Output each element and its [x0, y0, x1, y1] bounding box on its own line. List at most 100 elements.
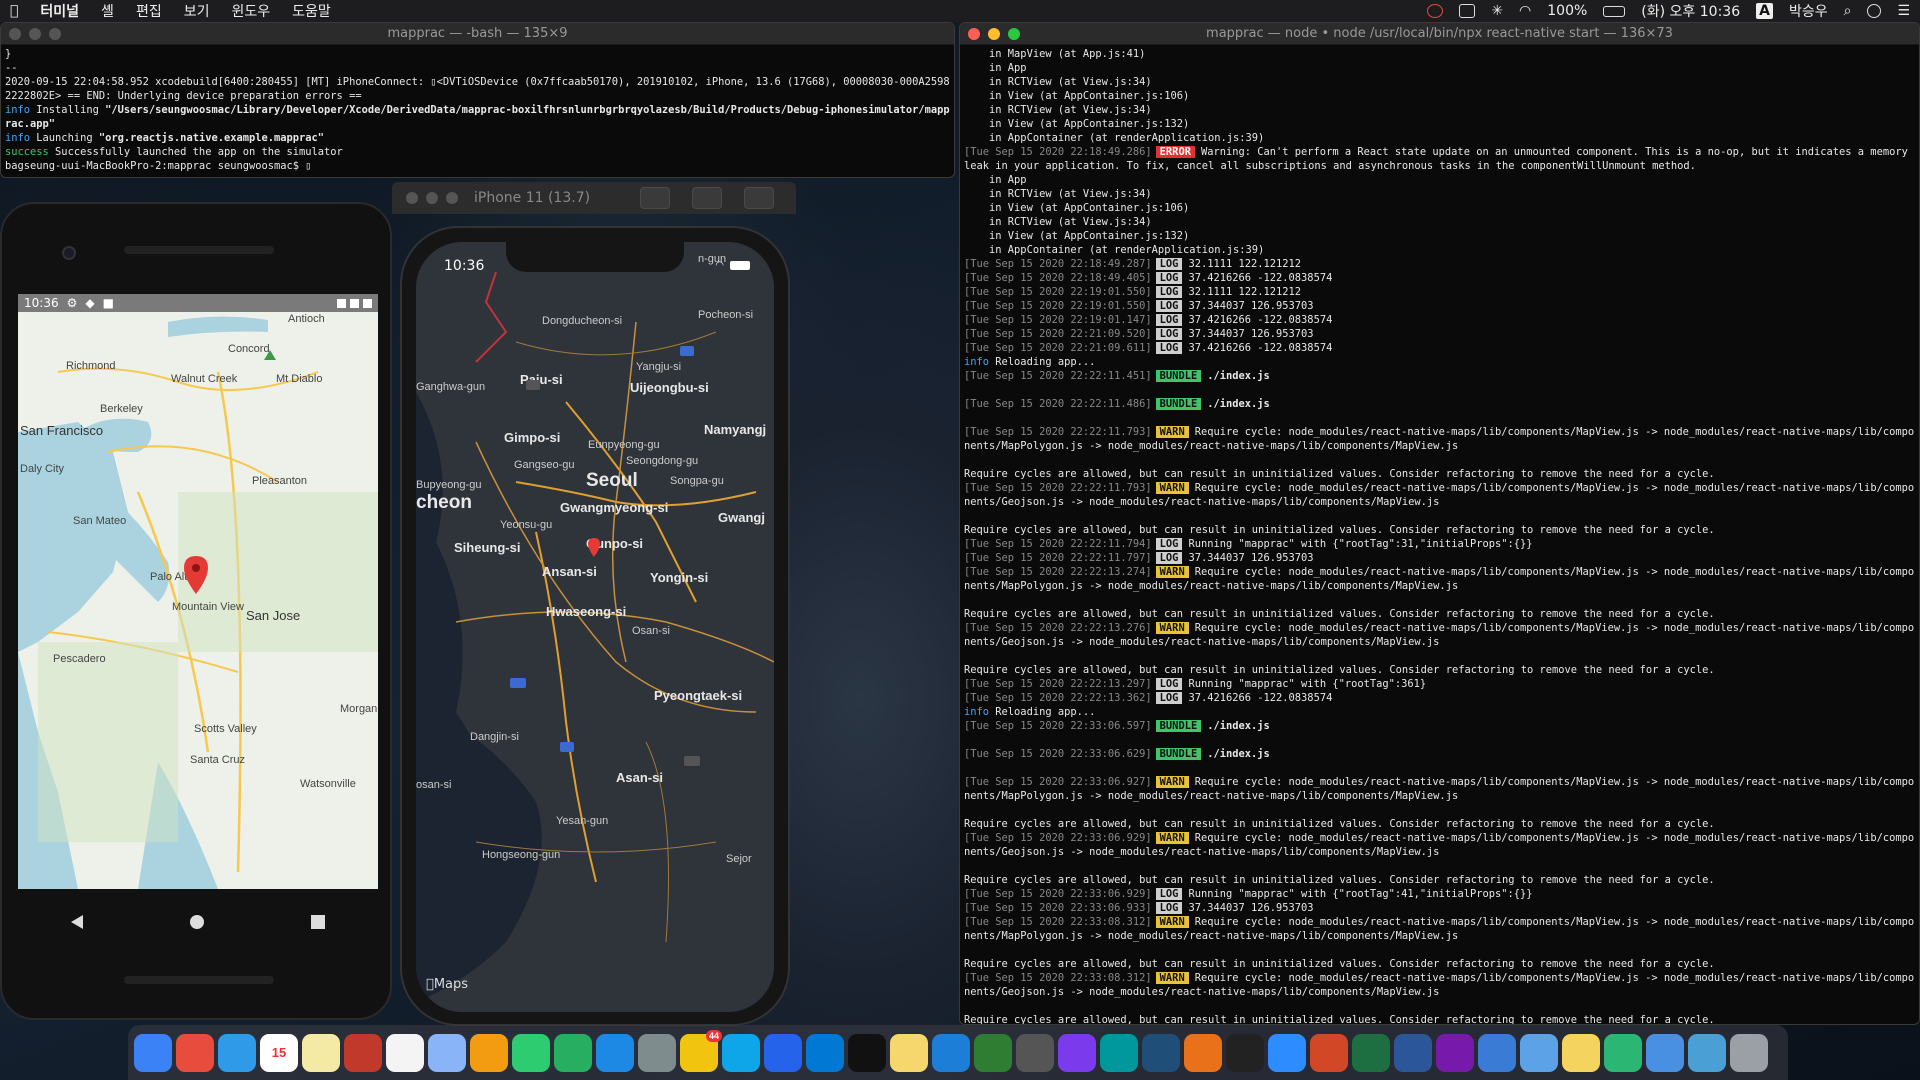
zoom-icon[interactable] — [1268, 1033, 1306, 1072]
downloads-icon[interactable] — [1688, 1033, 1726, 1072]
map-label: Gangseo-gu — [514, 459, 575, 471]
google-map[interactable]: Antioch Concord Richmond Walnut Creek Mt… — [18, 312, 378, 889]
chrome-icon[interactable] — [176, 1033, 214, 1072]
vscode-icon[interactable] — [806, 1033, 844, 1072]
screenshot-icon[interactable] — [640, 187, 670, 209]
home-icon[interactable] — [189, 915, 204, 929]
word-icon[interactable] — [1394, 1033, 1432, 1072]
battery-icon[interactable] — [1603, 5, 1626, 17]
terminal-output[interactable]: in MapView (at App.js:41) in App in RCTV… — [960, 45, 1919, 1024]
terminal-window-node[interactable]: mapprac — node • node /usr/local/bin/npx… — [959, 22, 1920, 1025]
terminal-line: info Reloading app... — [964, 355, 1915, 369]
terminal-output[interactable]: } -- 2020-09-15 22:04:58.952 xcodebuild[64… — [1, 45, 954, 175]
wireshark-icon[interactable] — [1142, 1033, 1180, 1072]
zoom-button[interactable] — [1008, 27, 1020, 40]
android-screen[interactable]: 10:36 ⚙ ◆ ■ Antioch Concord Richmond Wal… — [18, 294, 378, 889]
menu-shell[interactable]: 셸 — [101, 1, 114, 21]
menu-app[interactable]: 터미널 — [40, 1, 79, 21]
maps-label: Maps — [426, 977, 468, 992]
photos-icon[interactable] — [470, 1033, 508, 1072]
record-icon[interactable] — [1427, 4, 1444, 18]
recents-icon[interactable] — [310, 915, 325, 929]
log-level-badge: WARN — [1155, 916, 1189, 928]
apple-map[interactable]: Dongducheon-si Pocheon-si Paju-si Yangju… — [416, 242, 774, 1012]
zoom-button[interactable] — [49, 27, 61, 40]
finder-icon[interactable] — [134, 1033, 172, 1072]
menu-edit[interactable]: 편집 — [136, 1, 162, 21]
close-button[interactable] — [968, 27, 980, 40]
sublime-icon[interactable] — [1016, 1033, 1054, 1072]
user-name[interactable]: 박승우 — [1789, 1, 1828, 21]
terminal-line: in View (at AppContainer.js:132) — [964, 117, 1915, 131]
terminal-line: [Tue Sep 15 2020 22:33:06.629] BUNDLE ./in… — [964, 747, 1915, 761]
back-icon[interactable] — [71, 915, 84, 929]
home-icon[interactable] — [692, 187, 722, 209]
title-bar[interactable]: mapprac — node • node /usr/local/bin/npx… — [960, 23, 1919, 45]
android-studio-icon[interactable] — [974, 1033, 1012, 1072]
reminders-icon[interactable] — [386, 1033, 424, 1072]
zoom-button[interactable] — [446, 192, 458, 204]
menu-help[interactable]: 도움말 — [292, 1, 331, 21]
menu-view[interactable]: 보기 — [184, 1, 210, 21]
log-text: -- — [5, 62, 18, 74]
notification-center-icon[interactable]: ☰ — [1897, 3, 1910, 19]
display-icon[interactable] — [1459, 4, 1476, 18]
close-button[interactable] — [406, 192, 418, 204]
minimize-button[interactable] — [29, 27, 41, 40]
preview-icon[interactable] — [428, 1033, 466, 1072]
matlab-icon[interactable] — [1184, 1033, 1222, 1072]
terminal-line: Require cycles are allowed, but can resu… — [964, 663, 1915, 677]
apple-menu-icon[interactable]:  — [10, 3, 18, 19]
terminal-line: [Tue Sep 15 2020 22:19:01.550] LOG 32.1111… — [964, 285, 1915, 299]
onenote-icon[interactable] — [1436, 1033, 1474, 1072]
arduino-icon[interactable] — [1100, 1033, 1138, 1072]
books-icon[interactable] — [1478, 1033, 1516, 1072]
bluetooth-icon[interactable]: ✳ — [1491, 3, 1503, 19]
log-level-badge: ERROR — [1155, 146, 1195, 158]
input-source[interactable]: A — [1756, 3, 1773, 19]
clock[interactable]: (화) 오후 10:36 — [1641, 1, 1740, 21]
simulator-title-bar[interactable]: iPhone 11 (13.7) — [392, 182, 796, 214]
system-preferences-icon[interactable] — [638, 1033, 676, 1072]
visual-studio-icon[interactable] — [1058, 1033, 1096, 1072]
python-icon[interactable] — [890, 1033, 928, 1072]
battery-percent[interactable]: 100% — [1547, 3, 1587, 19]
rotate-icon[interactable] — [744, 187, 774, 209]
settings-app-icon[interactable] — [722, 1033, 760, 1072]
maps-icon[interactable] — [764, 1033, 802, 1072]
notes-icon[interactable] — [302, 1033, 340, 1072]
terminal-window-bash[interactable]: mapprac — -bash — 135×9 } -- 2020-09-15 22… — [0, 22, 955, 178]
siri-icon[interactable] — [1867, 4, 1882, 18]
title-bar[interactable]: mapprac — -bash — 135×9 — [1, 23, 954, 45]
excel-icon[interactable] — [1352, 1033, 1390, 1072]
messages-icon[interactable] — [512, 1033, 550, 1072]
powerpoint-icon[interactable] — [1310, 1033, 1348, 1072]
app-store-icon[interactable] — [596, 1033, 634, 1072]
app2-icon[interactable] — [1604, 1033, 1642, 1072]
minimize-button[interactable] — [426, 192, 438, 204]
menu-window[interactable]: 윈도우 — [231, 1, 270, 21]
pycharm-icon[interactable] — [848, 1033, 886, 1072]
app1-icon[interactable] — [1520, 1033, 1558, 1072]
safari-icon[interactable] — [218, 1033, 256, 1072]
wifi-icon[interactable]: ◠ — [1519, 3, 1531, 19]
log-text: in App — [964, 174, 1027, 186]
close-button[interactable] — [9, 27, 21, 40]
log-text: in RCTView (at View.js:34) — [964, 188, 1152, 200]
terminal-icon[interactable] — [1226, 1033, 1264, 1072]
minimize-button[interactable] — [988, 27, 1000, 40]
trash-icon[interactable] — [1730, 1033, 1768, 1072]
spotlight-search-icon[interactable]: ⌕ — [1844, 3, 1852, 19]
terminal-line: [Tue Sep 15 2020 22:18:49.405] LOG 37.4216… — [964, 271, 1915, 285]
kakaotalk-icon[interactable]: 44 — [680, 1029, 722, 1072]
notes-app-icon[interactable] — [1562, 1033, 1600, 1072]
iphone-screen[interactable]: 10:36 ◠ Dongducheon-si Pocheon-si Paju-s… — [416, 242, 774, 1012]
app3-icon[interactable] — [1646, 1033, 1684, 1072]
facetime-icon[interactable] — [554, 1033, 592, 1072]
terminal-line: [Tue Sep 15 2020 22:33:06.929] LOG Running… — [964, 887, 1915, 901]
calendar-icon[interactable]: 15 — [260, 1033, 298, 1072]
xcode-icon[interactable] — [932, 1033, 970, 1072]
photo-booth-icon[interactable] — [344, 1033, 382, 1072]
log-timestamp: [Tue Sep 15 2020 22:22:11.797] — [964, 552, 1152, 564]
